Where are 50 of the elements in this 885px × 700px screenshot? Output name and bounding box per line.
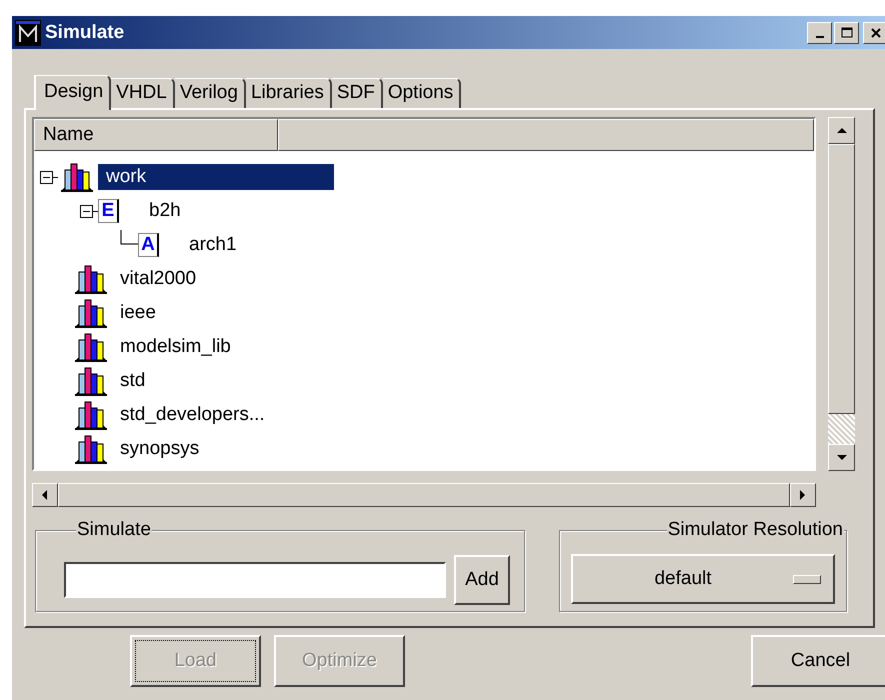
tree-item[interactable]: ieee	[112, 300, 164, 326]
maximize-icon	[840, 26, 852, 38]
library-icon	[72, 366, 110, 396]
tab[interactable]: Options	[382, 78, 462, 108]
architecture-icon: A	[138, 233, 159, 257]
tab[interactable]: SDF	[332, 78, 383, 108]
up-arrow-icon	[836, 128, 846, 134]
tab[interactable]: Verilog	[174, 78, 246, 108]
right-arrow-icon	[800, 490, 806, 500]
tab[interactable]: VHDL	[111, 78, 175, 108]
minimize-icon	[816, 36, 824, 38]
close-icon	[870, 26, 882, 38]
collapse-icon[interactable]	[80, 204, 98, 218]
tree-item[interactable]: std	[112, 368, 154, 394]
scroll-down-button[interactable]	[828, 444, 855, 471]
window-title: Simulate	[45, 22, 126, 44]
column-header[interactable]: Name	[34, 119, 278, 151]
library-icon	[72, 332, 110, 362]
minimize-button[interactable]	[807, 22, 832, 44]
down-arrow-icon	[836, 454, 846, 460]
input-field[interactable]	[64, 562, 446, 598]
tree-connector	[120, 230, 138, 245]
scroll-up-button[interactable]	[828, 117, 855, 144]
tree-item[interactable]: vital2000	[112, 266, 204, 292]
library-icon	[72, 264, 110, 294]
tab[interactable]: Libraries	[246, 78, 332, 108]
scroll-thumb[interactable]	[828, 144, 855, 414]
add-button[interactable]: Add	[454, 555, 510, 605]
library-icon	[72, 434, 110, 464]
library-icon	[72, 400, 110, 430]
scroll-left-button[interactable]	[32, 483, 58, 507]
dialog-button[interactable]: Cancel	[751, 635, 885, 687]
tree-item[interactable]: arch1	[181, 232, 245, 258]
tree-item[interactable]: synopsys	[112, 436, 208, 462]
scroll-right-button[interactable]	[790, 483, 816, 507]
tab[interactable]: Design	[34, 75, 112, 110]
library-icon	[58, 162, 96, 192]
library-icon	[72, 298, 110, 328]
tree-item[interactable]: std_developers...	[112, 402, 273, 428]
vertical-scrollbar[interactable]	[828, 117, 855, 471]
tree-item[interactable]: modelsim_lib	[112, 334, 239, 360]
tree-item[interactable]: b2h	[141, 198, 189, 224]
close-button[interactable]	[863, 22, 885, 44]
tree-item[interactable]: work	[98, 164, 334, 190]
left-arrow-icon	[42, 490, 48, 500]
resolution-dropdown[interactable]: default	[571, 554, 835, 604]
entity-icon: E	[98, 199, 119, 223]
app-logo-icon	[15, 20, 41, 46]
collapse-icon[interactable]	[40, 170, 58, 184]
maximize-button[interactable]	[834, 22, 859, 44]
